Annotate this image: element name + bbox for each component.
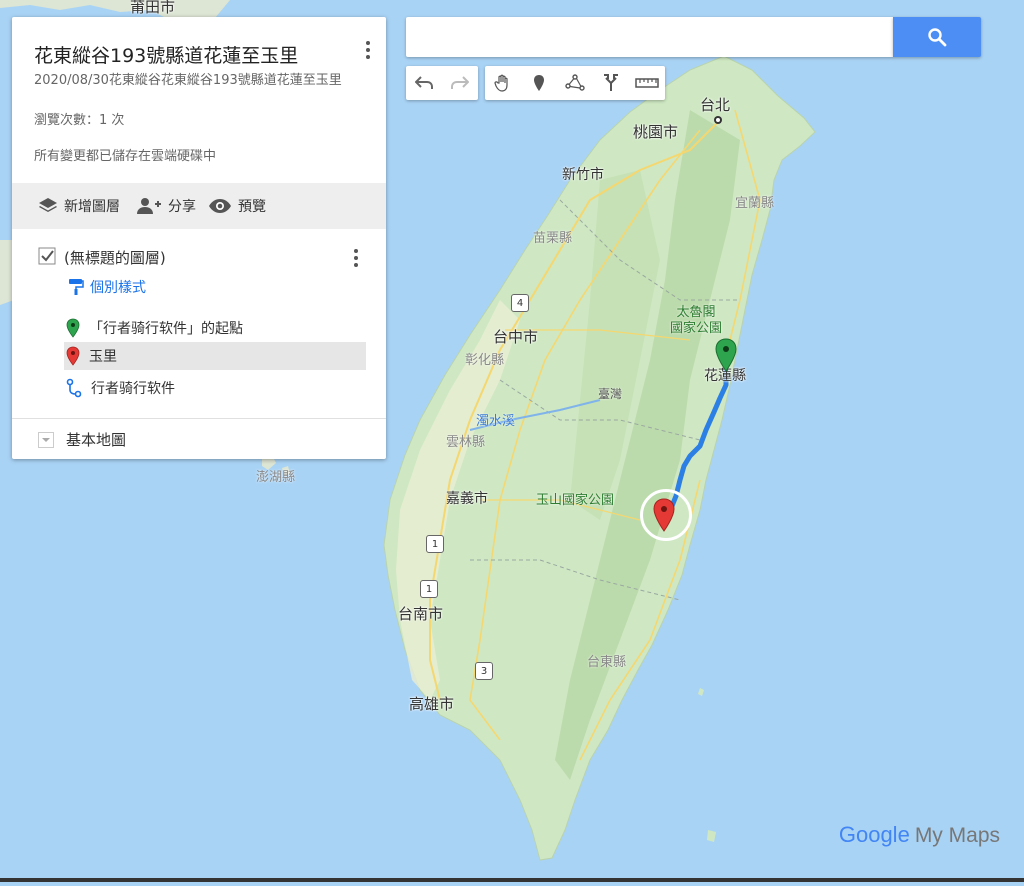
paint-roller-icon	[69, 279, 84, 295]
map-label-miaoli: 苗栗縣	[533, 231, 573, 246]
green-pin-icon	[66, 318, 80, 338]
map-label-taoyuan: 桃園市	[633, 123, 679, 141]
preview-label: 預覽	[238, 199, 266, 215]
map-options-menu-icon[interactable]	[364, 39, 372, 61]
undo-redo-group	[406, 66, 478, 100]
red-pin-icon	[66, 346, 80, 366]
map-label-yilan: 宜蘭縣	[735, 196, 775, 211]
layer-name[interactable]: (無標題的圖層)	[64, 247, 166, 268]
list-item-start[interactable]: 「行者骑行软件」的起點	[64, 314, 366, 342]
map-label-taipei: 台北	[700, 96, 731, 114]
map-label-zhuoshui: 濁水溪	[476, 414, 516, 429]
end-pin-icon[interactable]	[652, 498, 676, 532]
directions-icon	[604, 74, 618, 91]
bottom-bar	[0, 878, 1024, 882]
individual-styles-link[interactable]: 個別樣式	[68, 277, 146, 297]
map-label-taichung: 台中市	[493, 328, 539, 346]
map-label-taitung: 台東縣	[587, 655, 627, 670]
search-input[interactable]	[406, 17, 893, 57]
add-layer-label: 新增圖層	[64, 199, 120, 215]
save-status: 所有變更都已儲存在雲端硬碟中	[34, 149, 217, 164]
route-shield: 1	[426, 535, 444, 553]
map-label-yushan: 玉山國家公園	[536, 493, 615, 508]
search-icon	[928, 28, 947, 47]
start-pin-icon[interactable]	[714, 338, 738, 372]
route-icon	[66, 378, 82, 398]
draw-line-icon	[565, 74, 585, 91]
draw-tools-group	[485, 66, 665, 100]
map-label-taiwan: 臺灣	[598, 387, 623, 401]
map-label-chiayi: 嘉義市	[446, 491, 488, 507]
layers-icon	[39, 198, 57, 212]
base-map-label: 基本地圖	[66, 431, 127, 449]
list-item-label: 「行者骑行软件」的起點	[89, 321, 243, 337]
layer-visibility-checkbox[interactable]	[38, 247, 56, 265]
redo-icon	[451, 76, 469, 89]
map-legend-panel: 花東縱谷193號縣道花蓮至玉里 2020/08/30花東縱谷花東縱谷193號縣道…	[12, 17, 386, 459]
map-label-tainan: 台南市	[398, 605, 444, 623]
measure-button[interactable]	[629, 66, 665, 100]
map-label-changhua: 彰化縣	[465, 353, 505, 368]
ruler-icon	[635, 78, 659, 88]
undo-button[interactable]	[406, 66, 442, 100]
list-item-label: 玉里	[89, 349, 117, 365]
google-wordmark: Google	[838, 822, 910, 847]
route-shield: 4	[511, 294, 529, 312]
individual-styles-label: 個別樣式	[90, 280, 146, 296]
map-label-penghu: 澎湖縣	[256, 470, 296, 485]
directions-button[interactable]	[593, 66, 629, 100]
add-layer-button[interactable]: 新增圖層	[38, 195, 120, 217]
base-map-toggle[interactable]: 基本地圖	[38, 429, 126, 450]
search-button[interactable]	[893, 17, 981, 57]
undo-icon	[415, 76, 433, 89]
layer-options-menu-icon[interactable]	[352, 247, 360, 269]
map-title[interactable]: 花東縱谷193號縣道花蓮至玉里	[34, 41, 298, 68]
add-person-icon	[137, 198, 161, 214]
list-item-label: 行者骑行软件	[91, 381, 175, 397]
marker-icon	[534, 75, 544, 91]
route-shield: 1	[420, 580, 438, 598]
eye-icon	[209, 199, 231, 213]
preview-button[interactable]: 預覽	[208, 195, 266, 217]
route-shield: 3	[475, 662, 493, 680]
panel-toolbar: 新增圖層 分享 預覽	[12, 183, 386, 229]
hand-icon	[494, 74, 508, 92]
draw-line-button[interactable]	[557, 66, 593, 100]
list-item-route[interactable]: 行者骑行软件	[64, 374, 366, 402]
map-label-putian: 莆田市	[130, 0, 176, 16]
my-maps-wordmark: My Maps	[914, 824, 1000, 847]
share-label: 分享	[168, 199, 196, 215]
map-description[interactable]: 2020/08/30花東縱谷花東縱谷193號縣道花蓮至玉里	[34, 73, 364, 89]
map-label-yunlin: 雲林縣	[446, 435, 486, 450]
panel-divider	[12, 418, 386, 419]
list-item-yuli[interactable]: 玉里	[64, 342, 366, 370]
share-button[interactable]: 分享	[136, 195, 196, 217]
chevron-down-icon	[38, 431, 54, 448]
map-label-taroko: 太魯閣 國家公園	[670, 305, 723, 336]
map-label-kaohsiung: 高雄市	[409, 695, 455, 713]
google-my-maps-logo: Google My Maps	[839, 822, 1000, 848]
add-marker-button[interactable]	[521, 66, 557, 100]
map-label-hsinchu: 新竹市	[562, 167, 604, 183]
pan-tool-button[interactable]	[485, 66, 521, 100]
view-count: 瀏覽次數：1 次	[34, 113, 125, 128]
redo-button[interactable]	[442, 66, 478, 100]
